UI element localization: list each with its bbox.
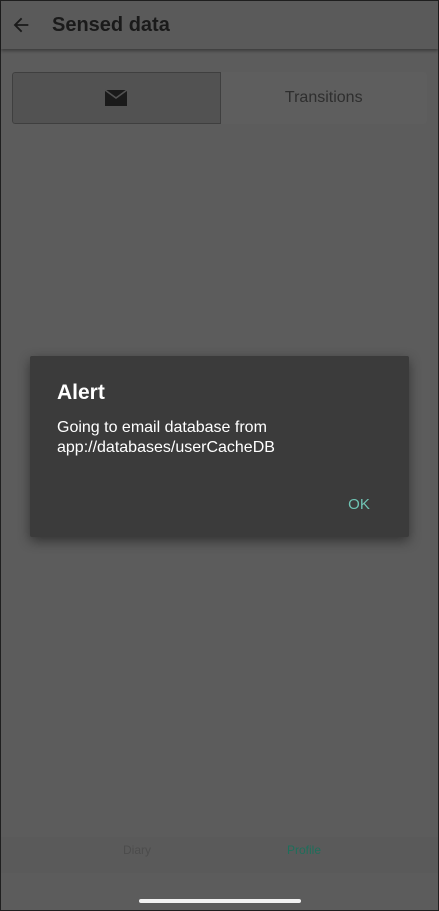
tab-transitions-label: Transitions (284, 89, 363, 106)
dialog-message: Going to email database from app://datab… (57, 419, 275, 456)
home-indicator[interactable] (139, 899, 301, 903)
back-button[interactable] (7, 9, 35, 41)
nav-diary[interactable]: Diary (123, 843, 151, 857)
page-title: Sensed data (52, 14, 170, 36)
dialog-title: Alert (57, 381, 105, 404)
envelope-icon (104, 89, 128, 106)
alert-dialog: Alert Going to email database from app:/… (30, 356, 409, 537)
ok-button[interactable]: OK (336, 484, 382, 524)
email-tab[interactable] (12, 72, 221, 124)
app-bar: Sensed data (1, 1, 438, 49)
nav-profile[interactable]: Profile (287, 843, 321, 857)
bottom-navigation: Diary Profile (1, 837, 438, 873)
arrow-left-icon (13, 17, 29, 33)
tab-transitions[interactable]: Transitions (220, 72, 427, 124)
segmented-control: Transitions (12, 72, 427, 124)
